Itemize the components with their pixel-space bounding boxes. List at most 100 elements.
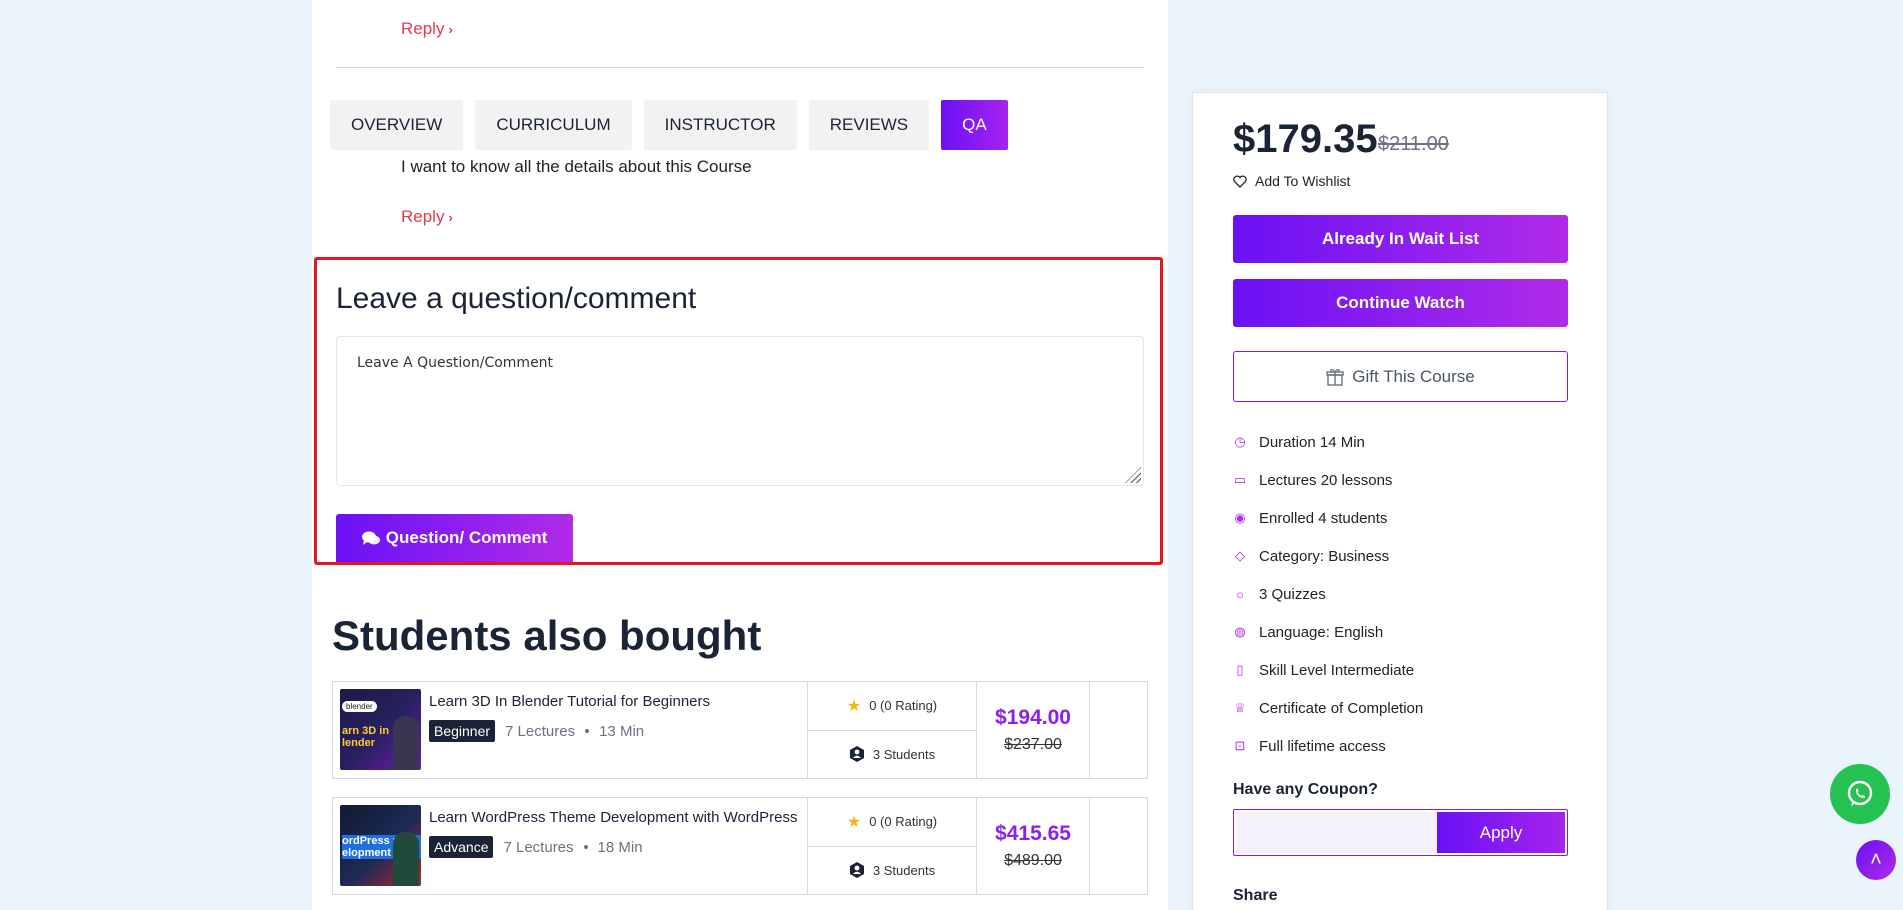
course-duration: 13 Min bbox=[599, 722, 645, 740]
gift-icon bbox=[1326, 368, 1344, 386]
lectures-count: 7 Lectures bbox=[503, 838, 574, 856]
textarea-placeholder: Leave A Question/Comment bbox=[357, 355, 554, 371]
course-tabs: OVERVIEW CURRICULUM INSTRUCTOR REVIEWS Q… bbox=[330, 100, 1008, 150]
course-row[interactable]: ordPress me elopment Learn WordPress The… bbox=[332, 797, 1148, 895]
coupon-form: Apply bbox=[1233, 809, 1568, 856]
students-icon bbox=[849, 862, 864, 879]
meta-certificate: ♕ Certificate of Completion bbox=[1233, 689, 1423, 727]
meta-lectures: ▭ Lectures 20 lessons bbox=[1233, 461, 1423, 499]
trophy-icon: ♕ bbox=[1234, 700, 1246, 715]
meta-quizzes: ○ 3 Quizzes bbox=[1233, 575, 1423, 613]
course-sidebar: $179.35 $211.00 Add To Wishlist Already … bbox=[1192, 92, 1608, 910]
star-icon: ★ bbox=[846, 813, 862, 831]
resize-handle-icon[interactable] bbox=[1125, 467, 1141, 483]
rating-text: 0 (0 Rating) bbox=[869, 814, 938, 830]
coupon-label: Have any Coupon? bbox=[1233, 781, 1378, 798]
reply-label: Reply bbox=[401, 19, 445, 38]
tab-instructor[interactable]: INSTRUCTOR bbox=[643, 100, 797, 150]
gift-course-button[interactable]: Gift This Course bbox=[1233, 351, 1568, 402]
separator-dot bbox=[585, 729, 590, 733]
students-count: 3 Students bbox=[872, 862, 936, 878]
meta-text: 3 Quizzes bbox=[1259, 585, 1326, 603]
meta-text: Duration 14 Min bbox=[1259, 433, 1365, 451]
chat-icon: ○ bbox=[1236, 586, 1244, 602]
course-thumbnail[interactable]: ordPress me elopment bbox=[340, 805, 421, 886]
rating-text: 0 (0 Rating) bbox=[869, 698, 938, 714]
meta-text: Skill Level Intermediate bbox=[1259, 661, 1415, 679]
meta-text: Full lifetime access bbox=[1259, 737, 1386, 755]
separator-dot bbox=[583, 845, 588, 849]
globe-icon: ◍ bbox=[1234, 624, 1246, 639]
meta-text: Category: Business bbox=[1259, 547, 1390, 565]
tab-curriculum[interactable]: CURRICULUM bbox=[475, 100, 632, 150]
chevron-right-icon: › bbox=[448, 21, 453, 37]
lectures-count: 7 Lectures bbox=[505, 722, 576, 740]
scroll-to-top-button[interactable]: ˄ bbox=[1856, 840, 1896, 880]
meta-language: ◍ Language: English bbox=[1233, 613, 1423, 651]
meta-duration: ◷ Duration 14 Min bbox=[1233, 423, 1423, 461]
whatsapp-button[interactable] bbox=[1830, 764, 1890, 824]
star-icon: ★ bbox=[846, 697, 862, 715]
level-badge: Beginner bbox=[429, 720, 496, 742]
also-bought-title: Students also bought bbox=[332, 612, 762, 659]
tab-qa[interactable]: QA bbox=[941, 100, 1008, 150]
lock-icon: ⊡ bbox=[1234, 738, 1246, 753]
tab-reviews[interactable]: REVIEWS bbox=[808, 100, 930, 150]
heart-icon bbox=[1233, 174, 1247, 188]
book-icon: ▭ bbox=[1233, 472, 1247, 487]
user-icon: ◉ bbox=[1234, 510, 1246, 525]
course-row[interactable]: blender arn 3D in lender Learn 3D In Ble… bbox=[332, 681, 1148, 779]
meta-text: Certificate of Completion bbox=[1259, 699, 1424, 717]
empty-cell bbox=[1090, 682, 1147, 778]
meta-access: ⊡ Full lifetime access bbox=[1233, 727, 1423, 765]
divider bbox=[336, 67, 1144, 68]
meta-skill-level: ▯ Skill Level Intermediate bbox=[1233, 651, 1423, 689]
reply-label: Reply bbox=[401, 207, 445, 226]
current-price: $179.35 bbox=[1233, 117, 1378, 161]
course-price: $194.00 bbox=[995, 706, 1071, 729]
wishlist-label: Add To Wishlist bbox=[1255, 173, 1351, 189]
submit-comment-button[interactable]: Question/ Comment bbox=[336, 514, 573, 562]
gift-label: Gift This Course bbox=[1352, 366, 1475, 386]
instructor-figure bbox=[393, 832, 419, 886]
apply-coupon-button[interactable]: Apply bbox=[1437, 812, 1565, 853]
course-price: $415.65 bbox=[995, 822, 1071, 845]
course-old-price: $489.00 bbox=[1004, 852, 1062, 869]
chevron-right-icon: › bbox=[448, 209, 453, 225]
course-title[interactable]: Learn 3D In Blender Tutorial for Beginne… bbox=[429, 693, 710, 710]
meta-text: Lectures 20 lessons bbox=[1259, 471, 1393, 489]
meta-enrolled: ◉ Enrolled 4 students bbox=[1233, 499, 1423, 537]
submit-label: Question/ Comment bbox=[385, 528, 548, 547]
meta-category: ◇ Category: Business bbox=[1233, 537, 1423, 575]
course-duration: 18 Min bbox=[597, 838, 643, 856]
students-icon bbox=[849, 746, 864, 763]
tag-icon: ◇ bbox=[1235, 548, 1245, 563]
main-content: Reply › OVERVIEW CURRICULUM INSTRUCTOR R… bbox=[312, 0, 1168, 910]
reply-link[interactable]: Reply › bbox=[401, 207, 453, 227]
comment-textarea[interactable]: Leave A Question/Comment bbox=[336, 336, 1144, 486]
chevron-up-icon: ˄ bbox=[1870, 848, 1882, 871]
instructor-figure bbox=[393, 716, 419, 770]
meta-text: Enrolled 4 students bbox=[1259, 509, 1388, 527]
continue-watch-button[interactable]: Continue Watch bbox=[1233, 279, 1568, 327]
course-thumbnail[interactable]: blender arn 3D in lender bbox=[340, 689, 421, 770]
students-count: 3 Students bbox=[872, 746, 936, 762]
form-title: Leave a question/comment bbox=[336, 282, 697, 315]
share-label: Share bbox=[1233, 887, 1278, 904]
comments-icon bbox=[361, 531, 380, 545]
clock-icon: ◷ bbox=[1234, 434, 1246, 449]
course-old-price: $237.00 bbox=[1004, 736, 1062, 753]
tab-overview[interactable]: OVERVIEW bbox=[330, 100, 464, 150]
waitlist-button[interactable]: Already In Wait List bbox=[1233, 215, 1568, 263]
level-icon: ▯ bbox=[1236, 662, 1244, 677]
empty-cell bbox=[1090, 798, 1147, 894]
course-meta-list: ◷ Duration 14 Min ▭ Lectures 20 lessons ◉ E… bbox=[1233, 423, 1423, 765]
whatsapp-icon bbox=[1847, 780, 1873, 806]
comment-text: I want to know all the details about thi… bbox=[401, 157, 752, 176]
add-to-wishlist-link[interactable]: Add To Wishlist bbox=[1233, 173, 1350, 189]
meta-text: Language: English bbox=[1259, 623, 1384, 641]
course-title[interactable]: Learn WordPress Theme Development with W… bbox=[429, 809, 798, 826]
coupon-input[interactable] bbox=[1236, 812, 1437, 853]
reply-link[interactable]: Reply › bbox=[401, 19, 453, 39]
level-badge: Advance bbox=[429, 836, 494, 858]
